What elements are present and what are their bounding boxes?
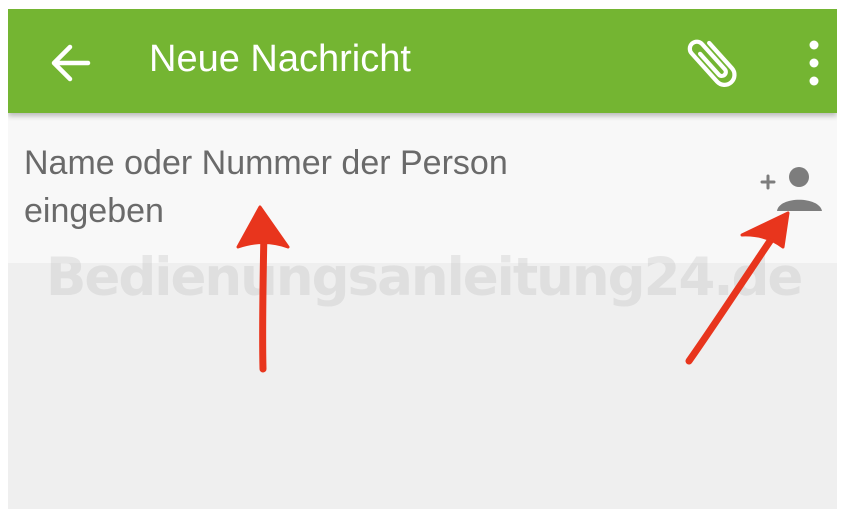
paperclip-icon [687,39,737,87]
recipient-input[interactable]: Name oder Nummer der Person eingeben [24,139,724,235]
more-options-button[interactable] [790,31,837,95]
arrow-left-icon [51,44,91,82]
add-person-icon [760,167,822,211]
add-contact-button[interactable] [758,161,830,221]
more-vertical-icon [809,40,819,86]
page-title: Neue Nachricht [149,38,411,80]
app-toolbar: Neue Nachricht [8,9,837,113]
screenshot-frame: Neue Nachricht Name oder Nummer der Pers… [8,9,837,509]
attach-button[interactable] [676,21,756,101]
back-button[interactable] [44,35,100,91]
